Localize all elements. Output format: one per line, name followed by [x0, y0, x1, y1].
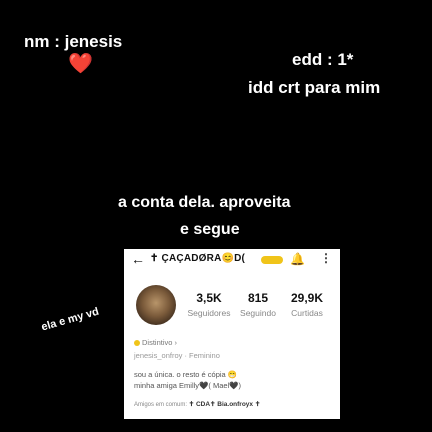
- mutual-friends-label: Amigos em comum:: [134, 402, 188, 408]
- distintivo-label: Distintivo ›: [142, 338, 178, 347]
- bio-line: sou a única. o resto é cópia 😁: [134, 370, 238, 379]
- stat-label: Seguidores: [187, 308, 231, 318]
- bio-line: minha amiga Emilly🖤( Mael🖤): [134, 381, 242, 390]
- stat-value: 815: [247, 291, 269, 305]
- stat-label: Seguindo: [240, 308, 276, 318]
- stat-followers[interactable]: 3,5K Seguidores: [184, 291, 234, 318]
- distintivo-link[interactable]: Distintivo ›: [134, 338, 177, 347]
- heart-icon: ❤️: [68, 53, 93, 75]
- more-options-icon[interactable]: ⋮: [320, 251, 332, 265]
- badge-dot-icon: [134, 340, 140, 347]
- mutual-friends-names: ✝ CDA✝ Bia.onfroyx ✝: [188, 401, 261, 408]
- stat-likes[interactable]: 29,9K Curtidas: [282, 291, 332, 318]
- mutual-friends[interactable]: Amigos em comum: ✝ CDA✝ Bia.onfroyx ✝: [134, 400, 260, 408]
- bell-icon[interactable]: 🔔: [290, 252, 305, 266]
- follow-caption: e segue: [180, 221, 240, 238]
- live-badge[interactable]: [261, 256, 283, 264]
- back-arrow-icon[interactable]: ←: [131, 251, 145, 267]
- edd-caption: edd : 1*: [292, 50, 354, 69]
- profile-username: ✝ ÇAÇADØRA😊D(: [150, 253, 246, 264]
- side-note: ela e my vd: [40, 305, 101, 334]
- stat-following[interactable]: 815 Seguindo: [233, 291, 283, 318]
- idd-caption: idd crt para mim: [248, 78, 381, 97]
- profile-card: ← ✝ ÇAÇADØRA😊D( 🔔 ⋮ 3,5K Seguidores 815 …: [124, 249, 340, 419]
- avatar[interactable]: [136, 285, 176, 325]
- profile-handle: jenesis_onfroy · Feminino: [134, 351, 220, 360]
- account-caption: a conta dela. aproveita: [118, 194, 291, 211]
- stat-label: Curtidas: [291, 308, 323, 318]
- profile-topbar: ← ✝ ÇAÇADØRA😊D( 🔔 ⋮: [124, 249, 340, 271]
- stat-value: 3,5K: [196, 291, 222, 305]
- name-caption: nm : jenesis: [24, 32, 123, 51]
- stat-value: 29,9K: [290, 291, 324, 305]
